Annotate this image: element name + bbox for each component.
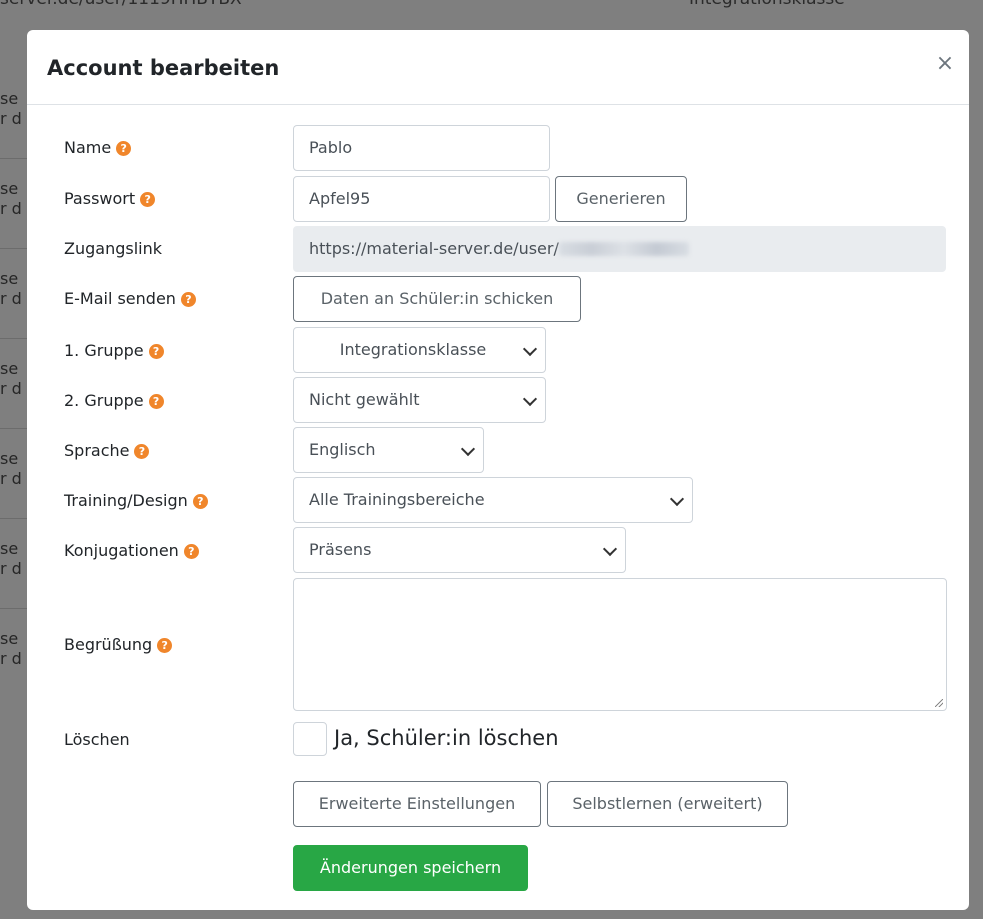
help-icon[interactable]: ?	[148, 344, 164, 359]
background-cell: r d	[0, 109, 22, 128]
access-link-field: https://material-server.de/user/	[293, 226, 946, 272]
background-cell: r d	[0, 379, 22, 398]
chevron-down-icon	[522, 341, 538, 357]
help-icon[interactable]: ?	[180, 292, 196, 307]
modal-header: Account bearbeiten ×	[27, 30, 969, 105]
name-label-text: Name	[64, 138, 112, 157]
send-data-button[interactable]: Daten an Schüler:in schicken	[293, 276, 581, 322]
help-icon[interactable]: ?	[157, 638, 173, 653]
background-cell: r d	[0, 649, 22, 668]
background-cell: r d	[0, 559, 22, 578]
delete-checkbox-label[interactable]: Ja, Schüler:in löschen	[334, 726, 559, 750]
close-button[interactable]: ×	[931, 50, 959, 78]
language-value: Englisch	[309, 440, 376, 459]
training-label-text: Training/Design	[64, 491, 188, 510]
language-label: Sprache?	[64, 441, 150, 460]
name-label: Name?	[64, 138, 132, 157]
group2-value: Nicht gewählt	[309, 390, 420, 409]
chevron-down-icon	[669, 491, 685, 507]
background-divider	[0, 518, 28, 519]
conjugations-label-text: Konjugationen	[64, 541, 179, 560]
password-label: Passwort?	[64, 189, 156, 208]
help-icon[interactable]: ?	[134, 444, 150, 459]
background-cell: se	[0, 179, 19, 198]
greeting-label-text: Begrüßung	[64, 635, 153, 654]
group2-label-text: 2. Gruppe	[64, 391, 144, 410]
background-cell: r d	[0, 289, 22, 308]
language-select[interactable]: Englisch	[293, 427, 484, 473]
conjugations-label: Konjugationen?	[64, 541, 199, 560]
conjugations-select[interactable]: Präsens	[293, 527, 626, 573]
background-cell: se	[0, 359, 19, 378]
edit-account-modal: Account bearbeiten × Name? Pablo Passwor…	[27, 30, 969, 910]
delete-checkbox[interactable]	[293, 722, 327, 756]
group2-select[interactable]: Nicht gewählt	[293, 377, 546, 423]
access-link-value: https://material-server.de/user/	[309, 239, 559, 258]
background-left-column: se r d se r d se r d se r d se r d se r …	[0, 30, 28, 919]
email-label-text: E-Mail senden	[64, 289, 176, 308]
help-icon[interactable]: ?	[116, 141, 132, 156]
language-label-text: Sprache	[64, 441, 130, 460]
group1-label: 1. Gruppe?	[64, 341, 164, 360]
background-divider	[0, 338, 28, 339]
help-icon[interactable]: ?	[140, 192, 156, 207]
access-link-label: Zugangslink	[64, 239, 162, 258]
help-icon[interactable]: ?	[148, 394, 164, 409]
greeting-label: Begrüßung?	[64, 635, 173, 654]
conjugations-value: Präsens	[309, 540, 372, 559]
training-label: Training/Design?	[64, 491, 208, 510]
greeting-textarea[interactable]	[293, 578, 947, 711]
training-value: Alle Trainingsbereiche	[309, 490, 485, 509]
background-divider	[0, 608, 28, 609]
background-cell: se	[0, 449, 19, 468]
background-cell: r d	[0, 469, 22, 488]
background-cell: se	[0, 539, 19, 558]
background-divider	[0, 248, 28, 249]
group1-select[interactable]: Integrationsklasse	[293, 327, 546, 373]
save-changes-button[interactable]: Änderungen speichern	[293, 845, 528, 891]
delete-label: Löschen	[64, 730, 130, 749]
self-learning-button[interactable]: Selbstlernen (erweitert)	[547, 781, 788, 827]
background-cell: se	[0, 629, 19, 648]
resize-handle[interactable]	[935, 699, 943, 707]
advanced-settings-button[interactable]: Erweiterte Einstellungen	[293, 781, 541, 827]
chevron-down-icon	[522, 391, 538, 407]
background-group-text: Integrationsklasse	[689, 0, 845, 9]
background-right-strip	[969, 0, 983, 919]
help-icon[interactable]: ?	[192, 494, 208, 509]
email-label: E-Mail senden?	[64, 289, 196, 308]
password-input[interactable]: Apfel95	[293, 176, 550, 222]
group2-label: 2. Gruppe?	[64, 391, 164, 410]
background-top-row: server.de/user/1119HHBTBX Integrationskl…	[0, 0, 983, 12]
background-cell: se	[0, 269, 19, 288]
redacted-token	[558, 242, 689, 256]
background-link-text: server.de/user/1119HHBTBX	[0, 0, 242, 9]
generate-password-button[interactable]: Generieren	[555, 176, 687, 222]
background-divider	[0, 158, 28, 159]
chevron-down-icon	[602, 541, 618, 557]
training-select[interactable]: Alle Trainingsbereiche	[293, 477, 693, 523]
name-input[interactable]: Pablo	[293, 125, 550, 171]
background-divider	[0, 428, 28, 429]
chevron-down-icon	[460, 441, 476, 457]
modal-title: Account bearbeiten	[47, 56, 280, 80]
help-icon[interactable]: ?	[183, 544, 199, 559]
group1-label-text: 1. Gruppe	[64, 341, 144, 360]
group1-value: Integrationsklasse	[339, 340, 487, 359]
password-label-text: Passwort	[64, 189, 136, 208]
background-cell: r d	[0, 199, 22, 218]
background-cell: se	[0, 89, 19, 108]
